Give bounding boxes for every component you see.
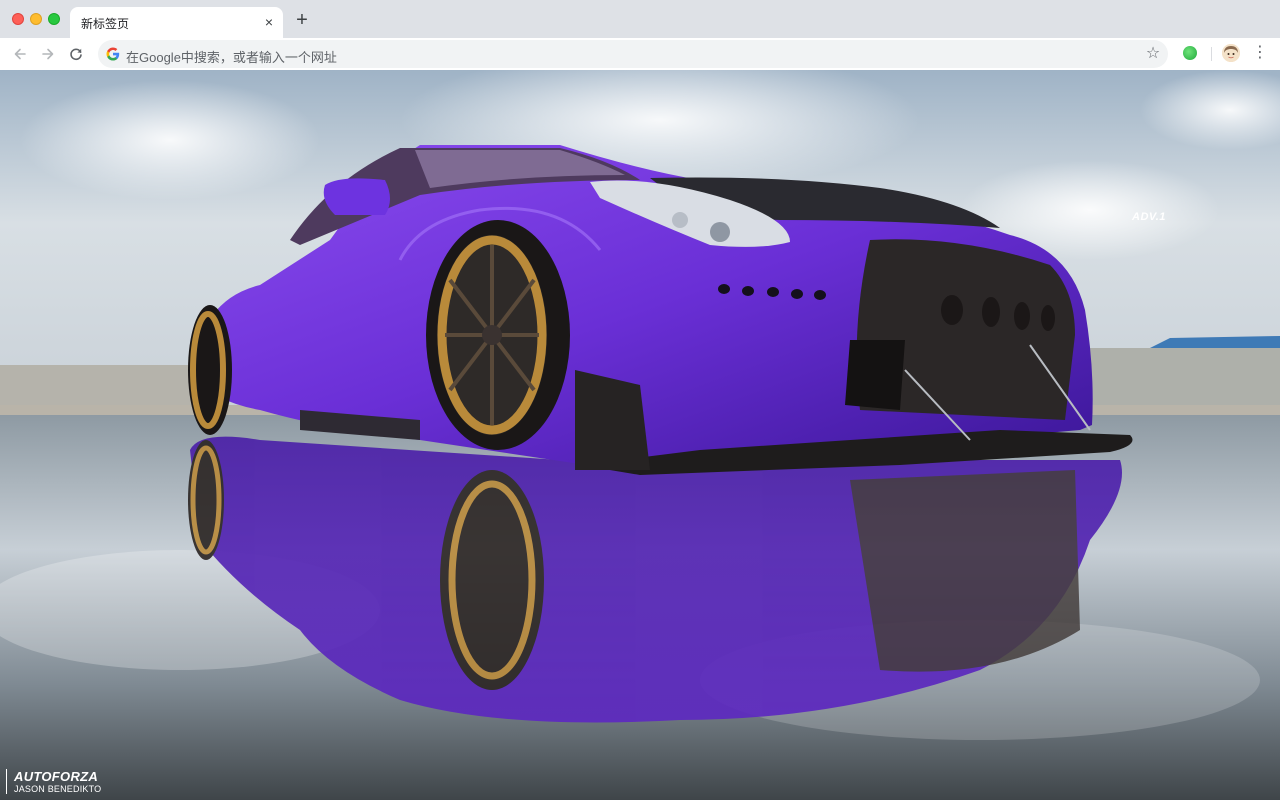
reload-button[interactable]: [65, 43, 87, 65]
menu-icon[interactable]: ⋮: [1252, 44, 1268, 64]
bookmark-star-icon[interactable]: ☆: [1144, 45, 1162, 63]
omnibox-placeholder: 在Google中搜索，或者输入一个网址: [126, 50, 337, 65]
back-button[interactable]: [9, 43, 31, 65]
close-window-button[interactable]: [12, 13, 24, 25]
credit-title: AUTOFORZA: [14, 769, 99, 784]
tab-close-icon[interactable]: ×: [261, 14, 277, 30]
reload-icon: [70, 48, 82, 61]
tab-title: 新标签页: [81, 17, 130, 31]
forward-button[interactable]: [37, 43, 59, 65]
avatar-face: [1222, 44, 1240, 62]
toolbar: 在Google中搜索，或者输入一个网址 ☆ ⋮: [0, 38, 1280, 70]
car-wallpaper-image: [0, 70, 1280, 800]
watermark-logo: ADV.1: [1132, 211, 1166, 223]
extension-icon[interactable]: [1183, 46, 1197, 60]
address-bar[interactable]: 在Google中搜索，或者输入一个网址 ☆: [98, 40, 1168, 68]
tab-strip: 新标签页 × +: [0, 0, 1280, 38]
maximize-window-button[interactable]: [48, 13, 60, 25]
new-tab-wallpaper: ADV.1 AUTOFORZA JASON BENEDIKTO: [0, 70, 1280, 800]
back-icon: [14, 48, 26, 60]
profile-avatar-icon[interactable]: [1222, 44, 1240, 62]
google-g-icon: [106, 47, 120, 61]
toolbar-divider: [1211, 47, 1212, 61]
credit-subtitle: JASON BENEDIKTO: [14, 784, 102, 794]
forward-icon: [42, 48, 54, 60]
photo-credit[interactable]: AUTOFORZA JASON BENEDIKTO: [6, 769, 101, 794]
rear-wheel: [188, 305, 232, 435]
new-tab-button[interactable]: +: [292, 10, 312, 30]
tab-new-tab[interactable]: 新标签页 ×: [70, 7, 283, 38]
front-wheel: [426, 220, 570, 450]
minimize-window-button[interactable]: [30, 13, 42, 25]
